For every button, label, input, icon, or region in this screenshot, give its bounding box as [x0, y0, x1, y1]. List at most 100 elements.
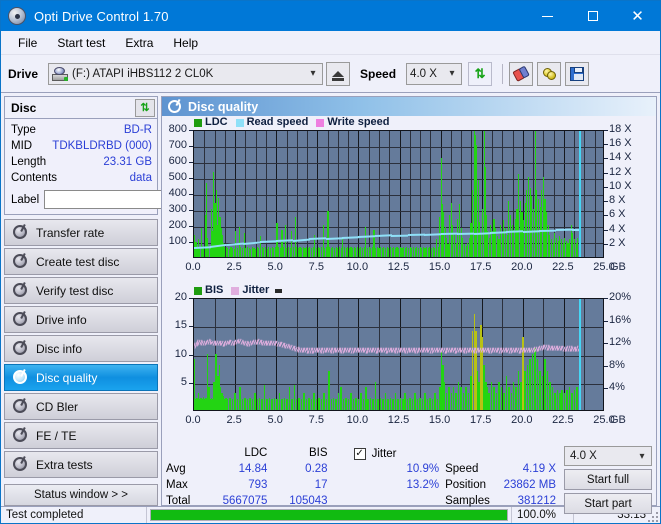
- stats-panel: Avg Max Total LDC 14.84 793 5667075 BIS …: [162, 443, 656, 514]
- x-tick-label: 5.0: [267, 261, 283, 273]
- disc-key: Contents: [11, 172, 58, 184]
- x-tick-label: 15.0: [428, 414, 451, 426]
- sidebar-item-disc-quality[interactable]: Disc quality: [4, 364, 158, 391]
- tools-button[interactable]: [537, 61, 562, 86]
- y2-tick-label: 14 X: [609, 151, 632, 164]
- stats-col-ldc: LDC 14.84 793 5667075: [207, 446, 268, 509]
- menu-item-file[interactable]: File: [9, 34, 46, 52]
- y-tick-label: 700: [168, 139, 187, 151]
- stats-ldc-total: 5667075: [222, 495, 268, 507]
- start-part-button[interactable]: Start part: [564, 493, 652, 514]
- stats-jitter-max: 13.2%: [406, 479, 440, 491]
- disc-key: Length: [11, 156, 47, 168]
- disc-value: 23.31 GB: [103, 156, 152, 168]
- minimize-button[interactable]: [525, 1, 570, 31]
- legend-label-write-speed: Write speed: [327, 116, 390, 128]
- disc-icon: [12, 368, 28, 385]
- menu-item-extra[interactable]: Extra: [116, 34, 162, 52]
- stats-bis-max: 17: [314, 479, 328, 491]
- x-tick-label: 10.0: [346, 261, 369, 273]
- nav-list: Transfer rate Create test disc Verify te…: [4, 219, 158, 480]
- eject-button[interactable]: [326, 61, 351, 86]
- speed-select[interactable]: 4.0 X ▾: [406, 62, 463, 85]
- x-tick-label: 2.5: [226, 414, 242, 426]
- stats-speed-value: 4.19 X: [522, 463, 556, 475]
- x-tick-label: 22.5: [552, 414, 574, 426]
- erase-button[interactable]: [509, 61, 534, 86]
- y-tick-label: 500: [168, 171, 187, 183]
- sidebar-item-drive-info[interactable]: Drive info: [4, 306, 158, 333]
- ldc-plot-area: [193, 130, 604, 258]
- ldc-chart-legend: LDC Read speed Write speed: [194, 117, 394, 128]
- eject-icon: [332, 70, 345, 81]
- sidebar-item-label: Extra tests: [36, 457, 93, 472]
- x-tick-label: 15.0: [428, 261, 451, 273]
- sidebar-item-create-test-disc[interactable]: Create test disc: [4, 248, 158, 275]
- legend-swatch-write-speed: [316, 118, 325, 127]
- menu-item-start-test[interactable]: Start test: [48, 34, 114, 52]
- sidebar-item-disc-info[interactable]: Disc info: [4, 335, 158, 362]
- jitter-checkbox[interactable]: ✓: [353, 447, 366, 460]
- sidebar-item-extra-tests[interactable]: Extra tests: [4, 451, 158, 478]
- refresh-button[interactable]: ⇅: [468, 61, 493, 86]
- progress-fill: [151, 510, 507, 520]
- x-tick-label: 0.0: [185, 261, 201, 273]
- drive-select[interactable]: (F:) ATAPI iHBS112 2 CL0K ▾: [48, 62, 324, 85]
- charts-container: LDC Read speed Write speed 100 200 300 4…: [162, 116, 656, 443]
- y-tick-label: 600: [168, 155, 187, 167]
- legend-label-bis: BIS: [205, 284, 224, 296]
- sidebar-item-transfer-rate[interactable]: Transfer rate: [4, 219, 158, 246]
- y-tick-label: 200: [168, 219, 187, 231]
- test-speed-value: 4.0 X: [570, 450, 597, 462]
- x-axis-unit: GB: [610, 414, 626, 426]
- x-tick-label: 20.0: [511, 414, 533, 426]
- y2-tick-label: 20%: [609, 291, 632, 303]
- window-controls: ✕: [525, 1, 660, 31]
- disc-row-mid: MID TDKBLDRBD (000): [11, 138, 152, 154]
- disc-info-panel: Disc ⇅ Type BD-R MID TDKBLDRBD (000) Len…: [4, 96, 217, 215]
- x-axis-unit: GB: [610, 261, 626, 273]
- disc-icon: [168, 98, 181, 113]
- y2-tick-label: 16%: [609, 313, 632, 326]
- bis-plot-area: [193, 298, 604, 411]
- stats-bis-avg: 0.28: [305, 463, 328, 475]
- maximize-button[interactable]: [570, 1, 615, 31]
- status-bar: Test completed 100.0% 33:13: [1, 506, 660, 523]
- y2-tick-label: 18 X: [609, 123, 632, 135]
- app-disc-icon: [8, 7, 26, 25]
- stats-label-position: Position: [445, 479, 487, 491]
- save-button[interactable]: [565, 61, 590, 86]
- progress-bar: [147, 507, 512, 523]
- y2-tick-label: 8 X: [609, 194, 626, 207]
- content-area: Disc quality LDC Read speed Write speed …: [161, 93, 660, 514]
- panel-title: Disc quality: [188, 99, 259, 114]
- sidebar-item-cd-bler[interactable]: CD Bler: [4, 393, 158, 420]
- toolbar-divider: [502, 63, 504, 84]
- close-button[interactable]: ✕: [615, 1, 660, 31]
- refresh-icon: ⇅: [474, 65, 486, 81]
- sidebar-item-fe-te[interactable]: FE / TE: [4, 422, 158, 449]
- x-tick-label: 12.5: [387, 261, 410, 273]
- status-window-button[interactable]: Status window > >: [4, 484, 158, 506]
- test-speed-select[interactable]: 4.0 X ▾: [564, 446, 652, 466]
- drive-label: Drive: [8, 66, 39, 81]
- drive-select-value: (F:) ATAPI iHBS112 2 CL0K: [72, 67, 214, 80]
- stats-col-jitter: ✓ Jitter 10.9% 13.2%: [353, 446, 440, 493]
- main-body: Disc ⇅ Type BD-R MID TDKBLDRBD (000) Len…: [1, 93, 660, 514]
- menu-item-help[interactable]: Help: [164, 34, 207, 52]
- sidebar-item-verify-test-disc[interactable]: Verify test disc: [4, 277, 158, 304]
- sidebar-item-label: FE / TE: [36, 428, 77, 443]
- chevron-down-icon: ▾: [639, 450, 645, 462]
- stats-header-ldc: LDC: [244, 447, 268, 459]
- disc-refresh-button[interactable]: ⇅: [135, 98, 155, 117]
- test-actions: 4.0 X ▾ Start full Start part: [564, 446, 652, 514]
- resize-grip-icon[interactable]: [648, 512, 658, 522]
- sidebar-item-label: Disc quality: [36, 370, 98, 385]
- eraser-icon: [511, 65, 530, 82]
- start-full-button[interactable]: Start full: [564, 469, 652, 490]
- disc-icon: [12, 223, 28, 240]
- y-tick-label: 5: [180, 375, 187, 388]
